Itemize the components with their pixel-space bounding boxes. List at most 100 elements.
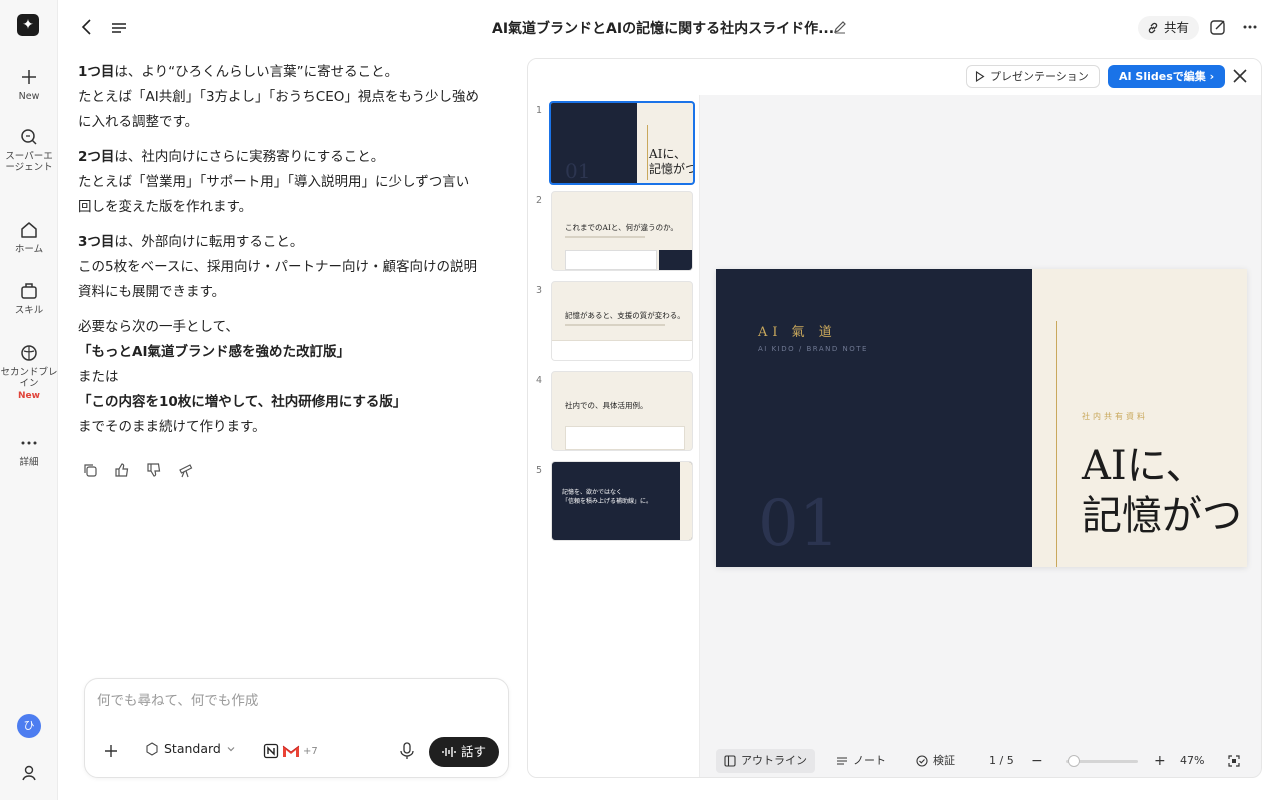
- chat-input[interactable]: [97, 693, 497, 709]
- attach-plus-icon[interactable]: [103, 743, 119, 759]
- notes-button[interactable]: ノート: [828, 749, 894, 773]
- close-icon[interactable]: [1231, 67, 1249, 85]
- talk-button[interactable]: 話す: [429, 737, 499, 767]
- rail-new-button[interactable]: New: [0, 66, 58, 102]
- slide-number: 01: [758, 487, 840, 561]
- edit-in-ai-slides-button[interactable]: AI Slidesで編集 ›: [1108, 65, 1226, 88]
- check-circle-icon: [916, 755, 928, 767]
- thumb5-title-1: 記憶を、欲かではなく: [562, 489, 623, 496]
- thumb4-title: 社内での、具体活用例。: [565, 401, 648, 410]
- rail-home-label: ホーム: [14, 244, 44, 255]
- p1-rest: は、より“ひろくんらしい言葉”に寄せること。: [114, 64, 399, 80]
- rail-more-button[interactable]: 詳細: [0, 432, 58, 468]
- share-button[interactable]: 共有: [1138, 16, 1200, 40]
- thumb-gold-line: [647, 125, 648, 180]
- menu-icon[interactable]: [108, 16, 130, 38]
- present-button[interactable]: プレゼンテーション: [966, 65, 1100, 88]
- rail-super-agent-button[interactable]: スーパーエ ージェント: [0, 126, 58, 173]
- app-logo-icon[interactable]: ✦: [17, 14, 39, 36]
- zoom-slider[interactable]: [1066, 755, 1138, 767]
- notion-icon: [263, 743, 279, 759]
- model-icon: [146, 741, 158, 756]
- top-bar: AI氣道ブランドとAIの記憶に関する社内スライド作... 共有: [58, 0, 1280, 56]
- pencil-icon[interactable]: [832, 19, 848, 35]
- compose-icon[interactable]: [1208, 17, 1228, 37]
- rail-skills-button[interactable]: スキル: [0, 280, 58, 316]
- rail-home-button[interactable]: ホーム: [0, 219, 58, 255]
- slide-thumb-1[interactable]: 01 AIに、 記憶がつ: [549, 101, 695, 185]
- zoom-out-button[interactable]: −: [1023, 749, 1051, 773]
- thumb-number: 2: [536, 195, 543, 206]
- verify-button[interactable]: 検証: [908, 749, 963, 773]
- user-icon: [22, 765, 36, 781]
- rail-profile-button[interactable]: [0, 762, 58, 784]
- paragraph-1: 1つ目は、より“ひろくんらしい言葉”に寄せること。 たとえば「AI共創」「3方よ…: [78, 60, 508, 135]
- zoom-level: 47%: [1180, 754, 1205, 767]
- message-actions: [82, 462, 194, 478]
- talk-label: 話す: [460, 744, 486, 759]
- thumb-table: [565, 426, 685, 450]
- slide-thumb-5[interactable]: 記憶を、欲かではなく 「信頼を積み上げる補助線」に。: [551, 461, 693, 541]
- more-horizontal-icon[interactable]: [1240, 17, 1260, 37]
- model-label: Standard: [164, 741, 221, 756]
- thumb3-title: 記憶があると、支援の質が変わる。: [565, 311, 685, 320]
- p4-line1: 必要なら次の一手として、: [78, 319, 239, 335]
- back-arrow-icon[interactable]: [76, 16, 98, 38]
- present-label: プレゼンテーション: [990, 70, 1089, 83]
- slide-thumb-3[interactable]: 記憶があると、支援の質が変わる。: [551, 281, 693, 361]
- share-label: 共有: [1164, 20, 1190, 35]
- copy-icon[interactable]: [82, 462, 98, 478]
- document-title: AI氣道ブランドとAIの記憶に関する社内スライド作...: [492, 21, 835, 37]
- rail-more-label: 詳細: [19, 457, 39, 468]
- p2-rest: は、社内向けにさらに実務寄りにすること。: [114, 149, 385, 165]
- thumb-number: 3: [536, 285, 543, 296]
- microphone-icon[interactable]: [399, 742, 415, 760]
- slide-toolbar: アウトライン ノート 検証 1 / 5 − + 47%: [716, 749, 1246, 775]
- zoom-slider-knob[interactable]: [1068, 755, 1080, 767]
- outline-label: アウトライン: [741, 754, 807, 767]
- gmail-icon: [282, 745, 300, 757]
- slide-thumb-2[interactable]: これまでのAIと、何が違うのか。: [551, 191, 693, 271]
- panel-header: プレゼンテーション AI Slidesで編集 ›: [528, 59, 1261, 95]
- notes-icon: [837, 757, 847, 765]
- chat-input-box: Standard +7 話す: [84, 678, 509, 778]
- thumbs-up-icon[interactable]: [114, 462, 130, 478]
- connectors[interactable]: +7: [263, 743, 318, 759]
- fit-screen-icon[interactable]: [1228, 755, 1240, 767]
- rail-brain-label-2: イン: [19, 378, 39, 389]
- sidebar-icon: [724, 755, 736, 767]
- main-slide[interactable]: AI 氣 道 AI KIDO / BRAND NOTE 01 社内共有資料 AI…: [716, 269, 1247, 567]
- p1-line3: に入れる調整です。: [78, 114, 199, 130]
- slide-light-half: 社内共有資料 AIに、 記憶がつ: [1032, 269, 1247, 567]
- plus-icon: [22, 70, 36, 84]
- rail-second-brain-button[interactable]: セカンドブレ イン New: [0, 342, 58, 401]
- zoom-in-button[interactable]: +: [1146, 749, 1174, 773]
- thumbs-down-icon[interactable]: [146, 462, 162, 478]
- p1-line2: たとえば「AI共創」「3方よし」「おうちCEO」視点をもう少し強め: [78, 89, 479, 105]
- chevron-down-icon: [227, 746, 235, 751]
- paragraph-3: 3つ目は、外部向けに転用すること。 この5枚をベースに、採用向け・パートナー向け…: [78, 230, 508, 305]
- user-avatar[interactable]: ひ: [17, 714, 41, 738]
- play-icon: [975, 71, 985, 82]
- slide-dark-half: AI 氣 道 AI KIDO / BRAND NOTE 01: [716, 269, 1032, 567]
- thumb-rule: [565, 324, 665, 326]
- rail-agent-label-1: スーパーエ: [5, 151, 53, 162]
- slides-panel: プレゼンテーション AI Slidesで編集 › 1 01 AIに、 記憶がつ …: [527, 58, 1262, 778]
- thumb5-title-2: 「信頼を積み上げる補助線」に。: [562, 498, 653, 505]
- p2-bold: 2つ目: [78, 149, 115, 165]
- telescope-icon[interactable]: [178, 462, 194, 478]
- slide-brand-sub: AI KIDO / BRAND NOTE: [758, 345, 868, 353]
- thumb2-title: これまでのAIと、何が違うのか。: [565, 223, 678, 232]
- outline-button[interactable]: アウトライン: [716, 749, 815, 773]
- paragraph-4: 必要なら次の一手として、 「もっとAI氣道ブランド感を強めた改訂版」 または 「…: [78, 315, 508, 440]
- model-selector[interactable]: Standard: [145, 741, 236, 756]
- more-dots-icon: [21, 441, 37, 445]
- thumb-number: 1: [536, 105, 543, 116]
- thumb-number: 5: [536, 465, 543, 476]
- thumb-navy-block: [551, 103, 637, 183]
- slide-thumb-4[interactable]: 社内での、具体活用例。: [551, 371, 693, 451]
- slide-gold-line: [1056, 321, 1057, 567]
- page-indicator: 1 / 5: [989, 754, 1014, 767]
- p4-end: までそのまま続けて作ります。: [78, 419, 266, 435]
- thumb-box: [565, 250, 657, 270]
